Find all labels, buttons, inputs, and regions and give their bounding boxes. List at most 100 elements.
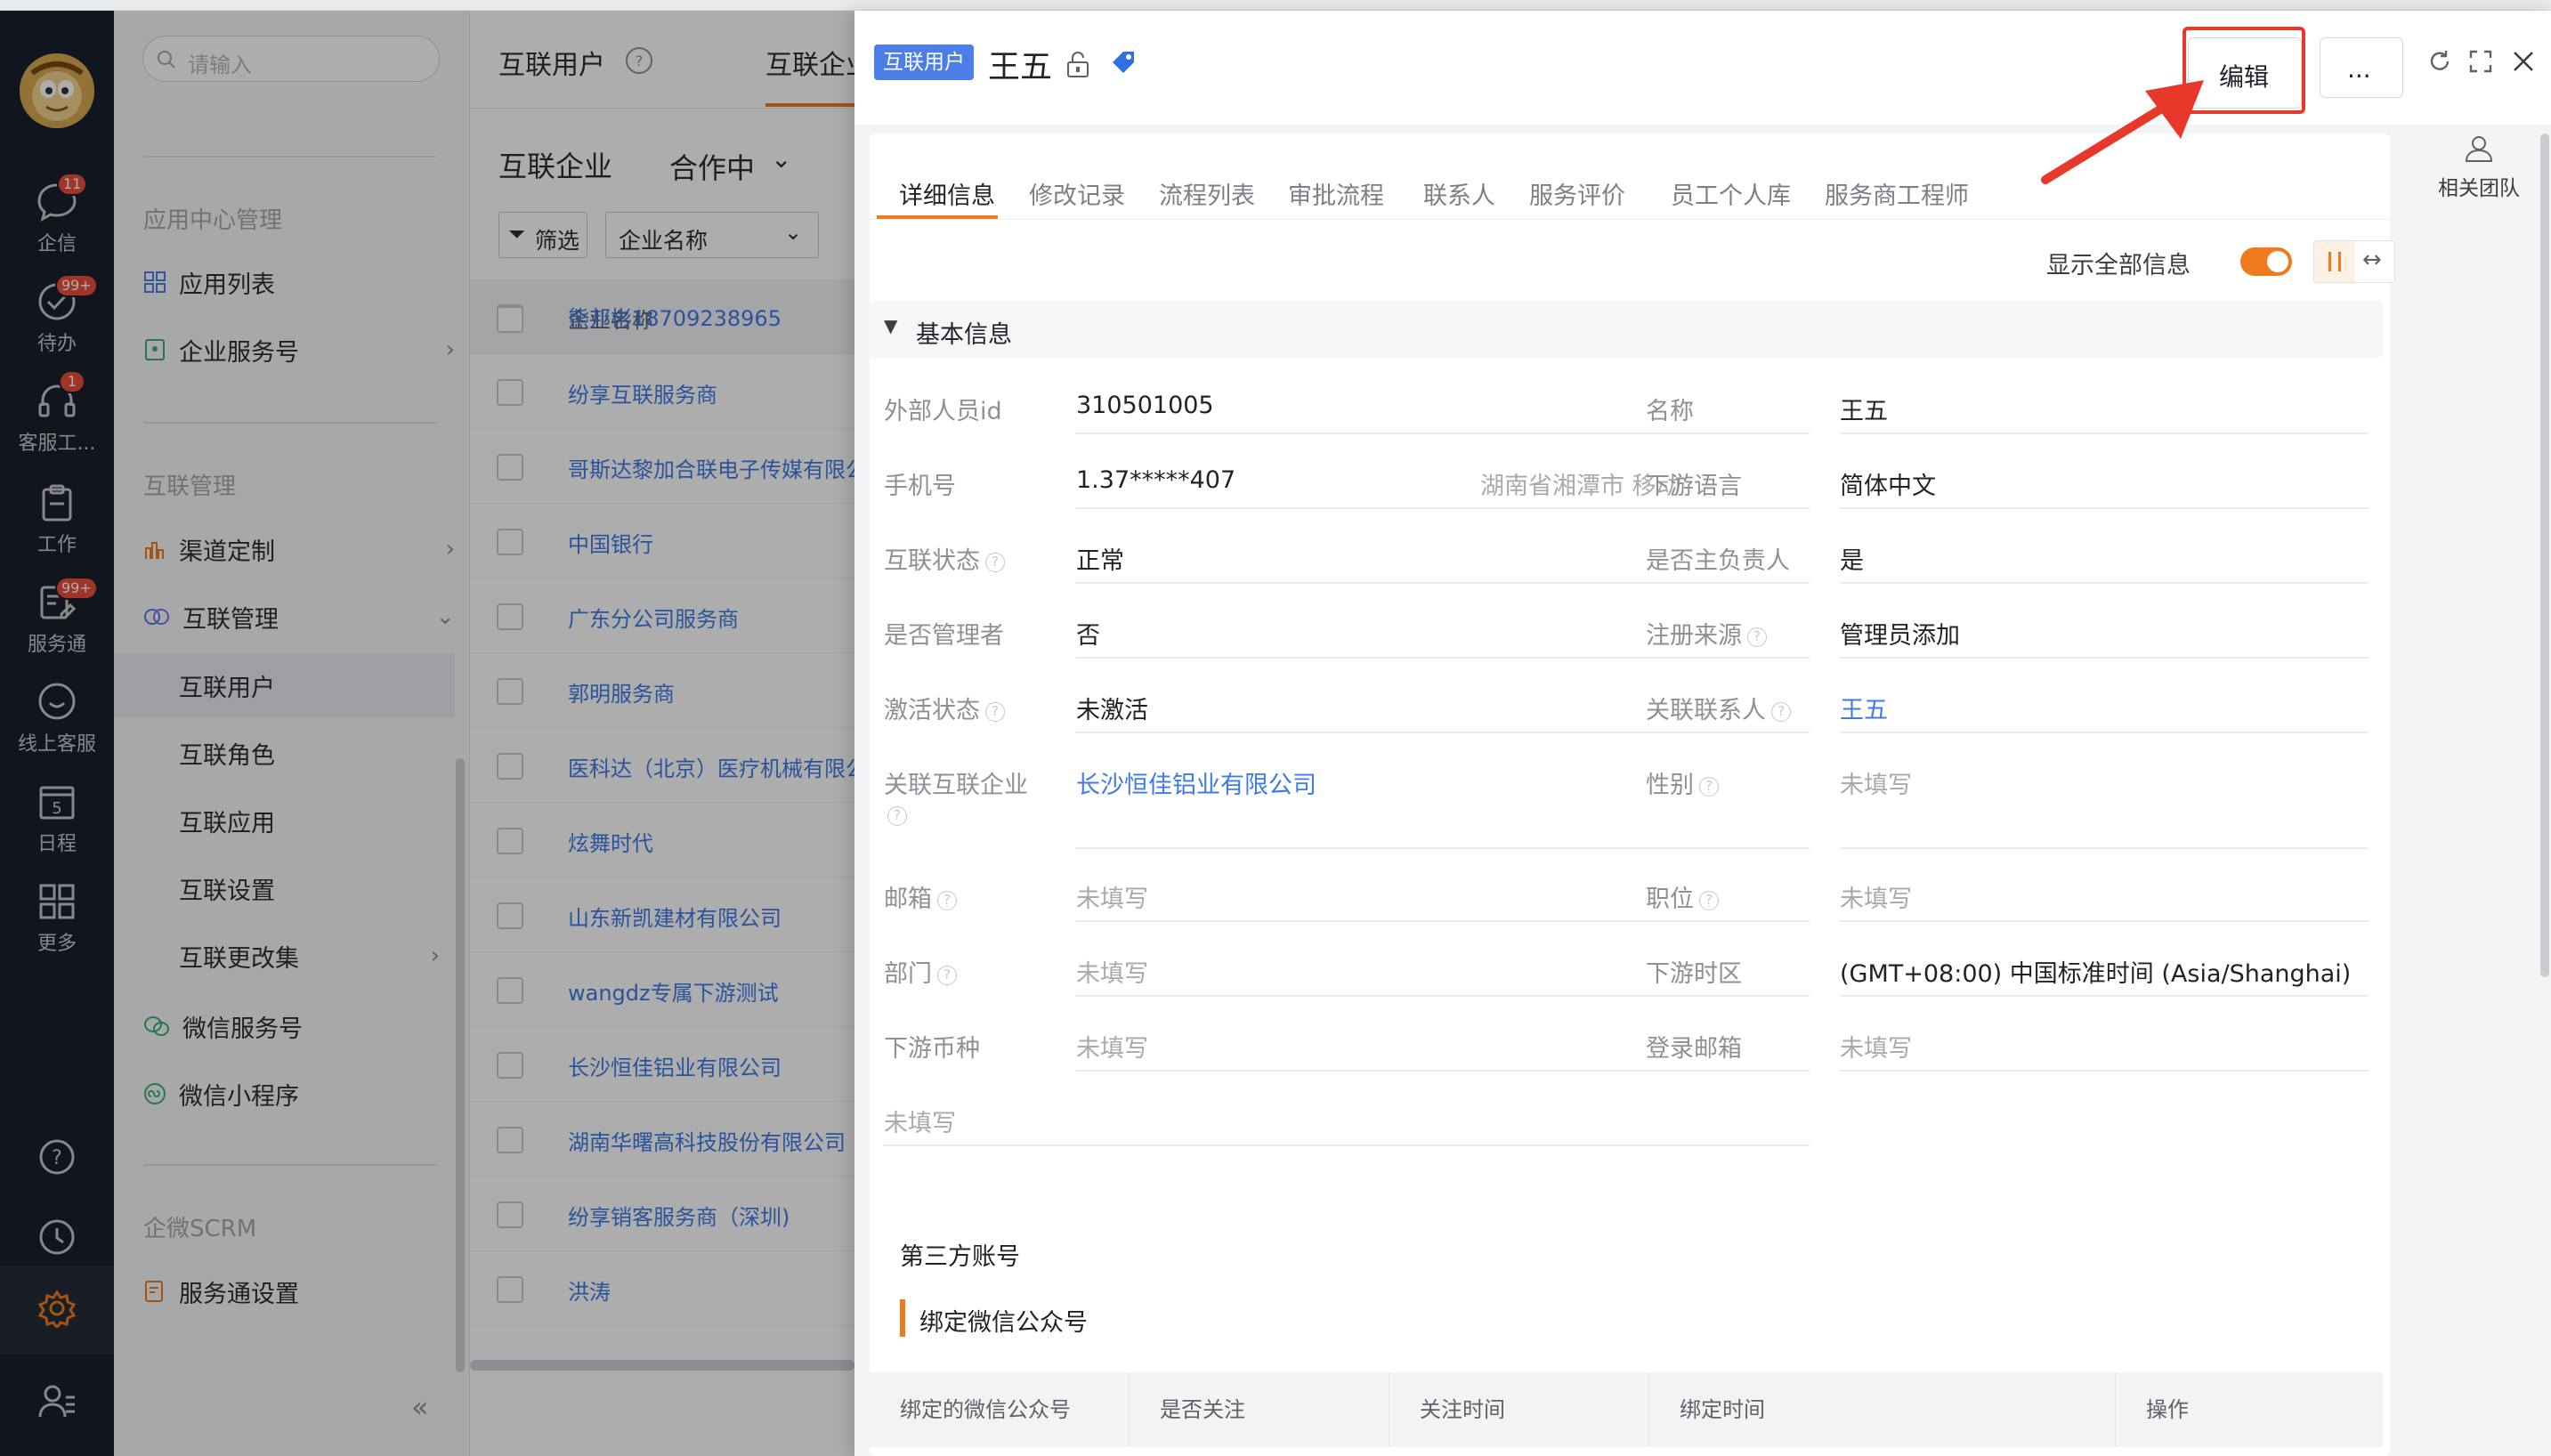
field-label: 登录邮箱 bbox=[1646, 1029, 1742, 1064]
field-label: 关联联系人? bbox=[1646, 691, 1791, 725]
th-follow: 是否关注 bbox=[1130, 1372, 1389, 1447]
tab-1[interactable]: 修改记录 bbox=[1029, 176, 1125, 211]
field-underline bbox=[1076, 582, 1810, 584]
help-question-icon[interactable]: ? bbox=[1771, 701, 1791, 722]
bind-wechat-title: 绑定微信公众号 bbox=[919, 1309, 1088, 1337]
field-label: 激活状态? bbox=[884, 691, 1005, 725]
field-label-text: 名称 bbox=[1646, 398, 1694, 425]
help-question-icon[interactable]: ? bbox=[1699, 890, 1719, 910]
tab-3[interactable]: 审批流程 bbox=[1288, 176, 1384, 211]
column-bar bbox=[2338, 252, 2341, 271]
field-underline bbox=[1076, 732, 1810, 733]
tab-5[interactable]: 服务评价 bbox=[1529, 176, 1625, 211]
fullscreen-icon[interactable] bbox=[2467, 48, 2494, 75]
tag-icon[interactable] bbox=[1109, 48, 1138, 77]
lock-open-icon[interactable] bbox=[1065, 50, 1091, 78]
field-underline bbox=[1840, 920, 2369, 922]
help-question-icon[interactable]: ? bbox=[937, 890, 957, 910]
annotation-arrow bbox=[2041, 80, 2204, 184]
field-value: 未填写 bbox=[1840, 1035, 1912, 1063]
tab-2[interactable]: 流程列表 bbox=[1159, 176, 1255, 211]
field-label-text: 互联状态 bbox=[884, 547, 980, 575]
field-empty-value: 未填写 bbox=[884, 1110, 956, 1137]
layout-columns-icon[interactable] bbox=[2314, 241, 2355, 282]
help-question-icon[interactable]: ? bbox=[887, 806, 907, 826]
basic-info-header[interactable]: ▼ 基本信息 bbox=[870, 301, 2383, 358]
field-value: 未填写 bbox=[1840, 772, 1912, 799]
field-value-link[interactable]: 王五 bbox=[1840, 691, 1888, 725]
field-label-text: 手机号 bbox=[884, 473, 956, 500]
help-question-icon[interactable]: ? bbox=[1699, 776, 1719, 797]
field-underline bbox=[1840, 433, 2369, 434]
field-label: 性别? bbox=[1646, 765, 1719, 800]
field-underline bbox=[1076, 920, 1810, 922]
field-label-text: 部门 bbox=[884, 960, 932, 988]
field-underline bbox=[1840, 732, 2369, 733]
drawer-header: 互联用户 王五 编辑 ... bbox=[854, 11, 2551, 125]
field-value: 未填写 bbox=[1076, 960, 1148, 988]
help-question-icon[interactable]: ? bbox=[937, 965, 957, 985]
more-button-label: ... bbox=[2347, 54, 2371, 84]
modal-overlay[interactable] bbox=[0, 11, 854, 1456]
related-team-label: 相关团队 bbox=[2438, 177, 2520, 200]
field-underline bbox=[1076, 995, 1810, 997]
field-value: 否 bbox=[1076, 622, 1100, 650]
field-label-text: 邮箱 bbox=[884, 886, 932, 913]
field-value: 1.37*****407 bbox=[1076, 466, 1236, 494]
field-label-text: 性别 bbox=[1646, 772, 1694, 799]
tabs-divider bbox=[870, 219, 2390, 220]
field-label: 下游时区 bbox=[1646, 954, 1742, 989]
drawer-scrollbar[interactable] bbox=[2540, 133, 2549, 977]
object-type-tag: 互联用户 bbox=[874, 44, 974, 80]
field-value: 王五 bbox=[1840, 398, 1888, 425]
detail-drawer: 互联用户 王五 编辑 ... 相关团队 详细信息 修改记录 流程列表 审批流程 联系人服… bbox=[854, 11, 2551, 1456]
accent-bar bbox=[900, 1299, 905, 1337]
tab-4[interactable]: 联系人 bbox=[1423, 176, 1495, 211]
column-bar bbox=[2328, 252, 2331, 271]
field-label: 外部人员id bbox=[884, 392, 1002, 426]
help-question-icon[interactable]: ? bbox=[985, 701, 1005, 722]
help-question-icon[interactable]: ? bbox=[1747, 627, 1767, 647]
field-value: 简体中文 bbox=[1840, 473, 1936, 500]
browser-top-strip bbox=[0, 0, 2551, 11]
field-label: 邮箱? bbox=[884, 879, 957, 914]
show-all-label: 显示全部信息 bbox=[2046, 252, 2191, 279]
more-button[interactable]: ... bbox=[2320, 37, 2403, 98]
field-label-text: 是否主负责人 bbox=[1646, 547, 1790, 575]
field-label: 注册来源? bbox=[1646, 616, 1767, 651]
wechat-table-header: 绑定的微信公众号 是否关注 关注时间 绑定时间 操作 bbox=[870, 1372, 2383, 1447]
field-label: 是否管理者 bbox=[884, 616, 1004, 651]
team-icon bbox=[2465, 136, 2493, 162]
show-all-toggle[interactable] bbox=[2240, 247, 2292, 276]
related-team-button[interactable]: 相关团队 bbox=[2421, 133, 2537, 222]
layout-expand-icon[interactable]: ↔ bbox=[2362, 247, 2382, 273]
field-underline bbox=[1076, 433, 1810, 434]
th-actions: 操作 bbox=[2146, 1397, 2189, 1422]
refresh-icon[interactable] bbox=[2426, 48, 2453, 75]
field-value-link[interactable]: 长沙恒佳铝业有限公司 bbox=[1076, 765, 1316, 800]
field-label-text: 关联互联企业 bbox=[884, 772, 1028, 799]
field-label: 是否主负责人 bbox=[1646, 541, 1790, 576]
tab-7[interactable]: 服务商工程师 bbox=[1825, 176, 1969, 211]
record-title: 王五 bbox=[988, 49, 1053, 85]
field-underline bbox=[1076, 847, 1810, 849]
tab-6[interactable]: 员工个人库 bbox=[1671, 176, 1791, 211]
field-underline bbox=[1840, 507, 2369, 509]
field-label: 互联状态? bbox=[884, 541, 1005, 576]
field-label: 职位? bbox=[1646, 879, 1719, 914]
field-label: 下游币种 bbox=[884, 1029, 980, 1064]
field-underline bbox=[1840, 847, 2369, 849]
field-value: (GMT+08:00) 中国标准时间 (Asia/Shanghai) bbox=[1840, 960, 2352, 988]
field-label-text: 下游币种 bbox=[884, 1035, 980, 1063]
field-underline bbox=[1840, 1070, 2369, 1072]
field-label-text: 登录邮箱 bbox=[1646, 1035, 1742, 1063]
field-label: 下游语言 bbox=[1646, 466, 1742, 501]
th-follow-time: 关注时间 bbox=[1389, 1372, 1649, 1447]
caret-down-icon: ▼ bbox=[884, 315, 898, 336]
tab-0[interactable]: 详细信息 bbox=[899, 176, 995, 211]
layout-switch[interactable]: ↔ bbox=[2313, 240, 2395, 283]
th-bind-time: 绑定时间 bbox=[1649, 1372, 2116, 1447]
field-label-text: 是否管理者 bbox=[884, 622, 1004, 650]
close-icon[interactable] bbox=[2510, 48, 2537, 75]
help-question-icon[interactable]: ? bbox=[985, 552, 1005, 572]
